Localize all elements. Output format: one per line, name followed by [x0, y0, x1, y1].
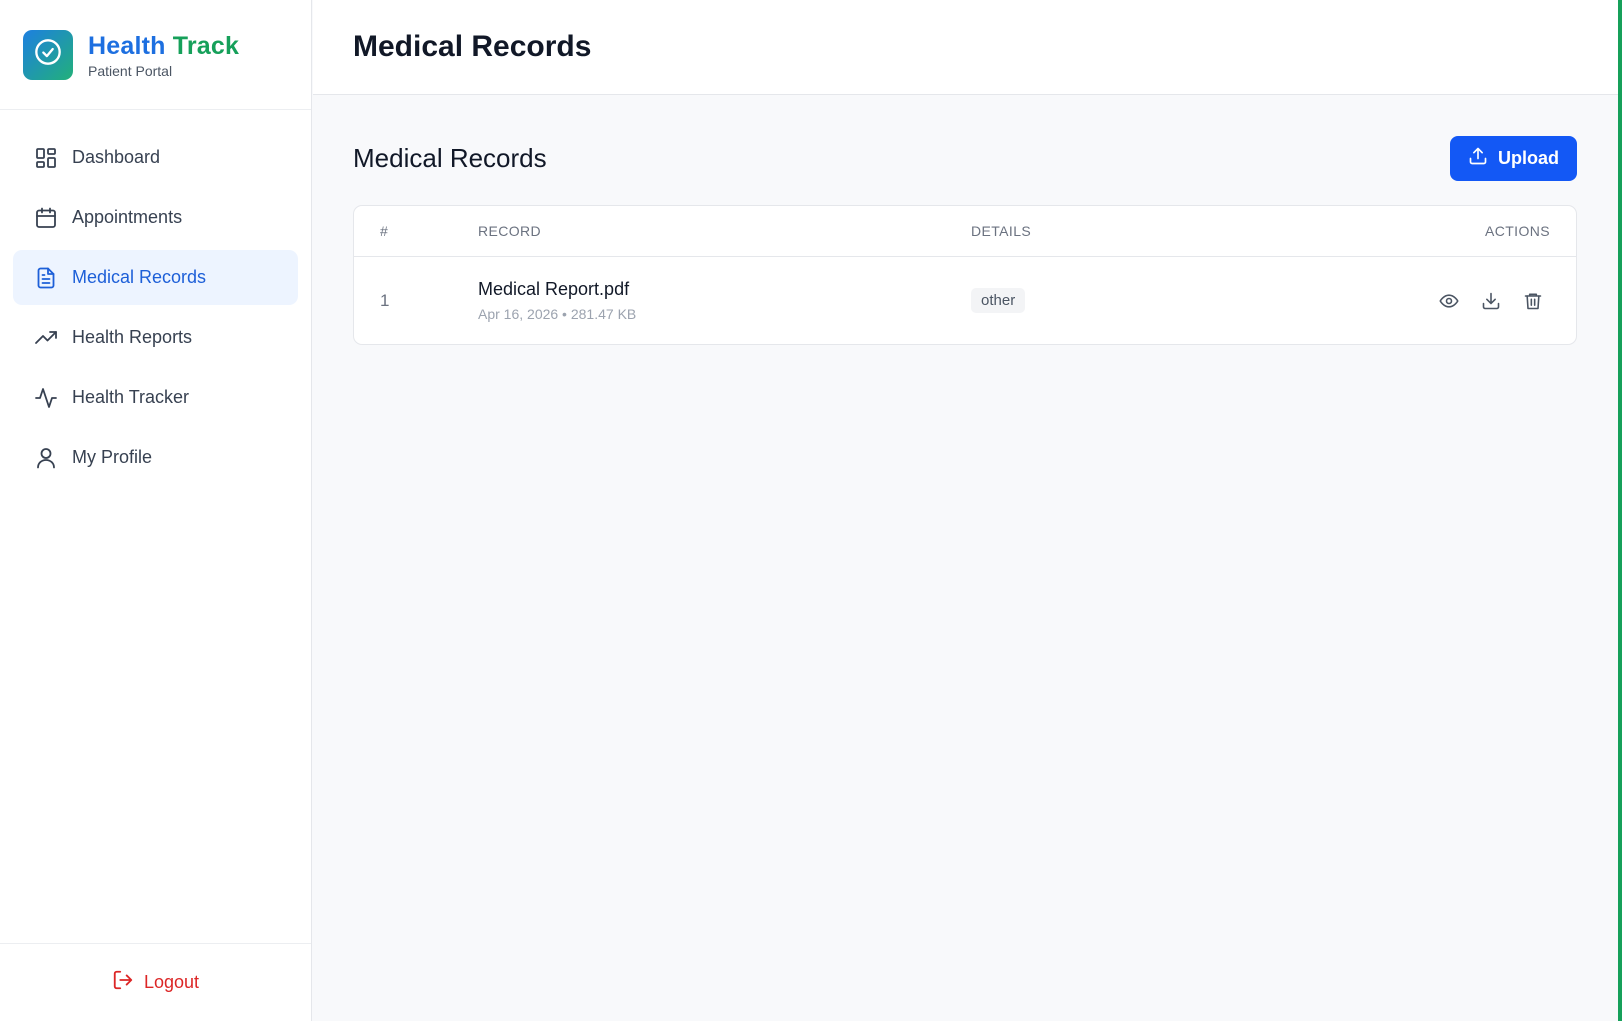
logout-button[interactable]: Logout — [112, 969, 199, 996]
activity-pulse-icon — [34, 386, 58, 410]
column-header-details: DETAILS — [971, 223, 1032, 239]
dashboard-grid-icon — [34, 146, 58, 170]
sidebar-item-label: Health Tracker — [72, 387, 190, 407]
trash-icon[interactable] — [1522, 290, 1544, 312]
sidebar-item-medical-records[interactable]: Medical Records — [13, 250, 298, 305]
download-icon[interactable] — [1480, 290, 1502, 312]
app-title-part2: Track — [172, 31, 240, 60]
logout-icon — [112, 969, 134, 996]
app-subtitle: Patient Portal — [88, 62, 173, 79]
sidebar-item-label: My Profile — [72, 447, 153, 467]
category-badge: other — [971, 288, 1026, 313]
main-content: Medical Records Upload # RECORD DETAILS … — [353, 135, 1577, 345]
sidebar: Health Track Patient Portal Dashboard Ap… — [0, 0, 312, 1021]
sidebar-item-label: Dashboard — [72, 147, 161, 167]
sidebar-item-dashboard[interactable]: Dashboard — [13, 130, 298, 185]
sidebar-footer: Logout — [0, 943, 311, 1021]
user-icon — [34, 446, 58, 470]
sidebar-item-label: Medical Records — [72, 267, 207, 287]
actions-cell — [1376, 290, 1576, 312]
page-title: Medical Records — [353, 30, 592, 63]
records-table: # RECORD DETAILS ACTIONS 1 Medical Repor… — [353, 205, 1577, 345]
row-index: 1 — [380, 290, 390, 310]
brand-header: Health Track Patient Portal — [0, 0, 311, 110]
record-name: Medical Report.pdf — [478, 279, 630, 299]
column-header-number: # — [380, 223, 389, 239]
app-title: Health Track — [88, 31, 239, 61]
logout-label: Logout — [143, 972, 200, 992]
eye-icon[interactable] — [1438, 290, 1460, 312]
column-header-actions: ACTIONS — [1484, 223, 1550, 239]
trending-up-icon — [34, 326, 58, 350]
upload-button-label: Upload — [1498, 147, 1559, 168]
column-header-record: RECORD — [478, 223, 542, 239]
check-circle-icon — [34, 38, 62, 71]
sidebar-item-my-profile[interactable]: My Profile — [13, 430, 298, 485]
sidebar-item-label: Health Reports — [72, 327, 193, 347]
upload-button[interactable]: Upload — [1450, 135, 1577, 181]
sidebar-item-health-reports[interactable]: Health Reports — [13, 310, 298, 365]
upload-icon — [1468, 146, 1488, 171]
app-logo — [23, 29, 73, 80]
calendar-icon — [34, 206, 58, 230]
top-header: Medical Records — [313, 0, 1618, 95]
section-header: Medical Records Upload — [353, 135, 1577, 181]
sidebar-item-health-tracker[interactable]: Health Tracker — [13, 370, 298, 425]
details-cell: other — [971, 288, 1376, 313]
right-accent-edge — [1618, 0, 1622, 1021]
table-header: # RECORD DETAILS ACTIONS — [354, 206, 1576, 257]
sidebar-nav: Dashboard Appointments Medical Records H… — [0, 110, 311, 485]
section-title: Medical Records — [353, 142, 547, 173]
record-cell: Medical Report.pdf Apr 16, 2026 • 281.47… — [478, 279, 971, 322]
document-icon — [34, 266, 58, 290]
table-row[interactable]: 1 Medical Report.pdf Apr 16, 2026 • 281.… — [354, 257, 1576, 344]
record-meta: Apr 16, 2026 • 281.47 KB — [478, 306, 637, 322]
app-title-part1: Health — [88, 31, 166, 60]
sidebar-item-label: Appointments — [72, 207, 183, 227]
sidebar-item-appointments[interactable]: Appointments — [13, 190, 298, 245]
